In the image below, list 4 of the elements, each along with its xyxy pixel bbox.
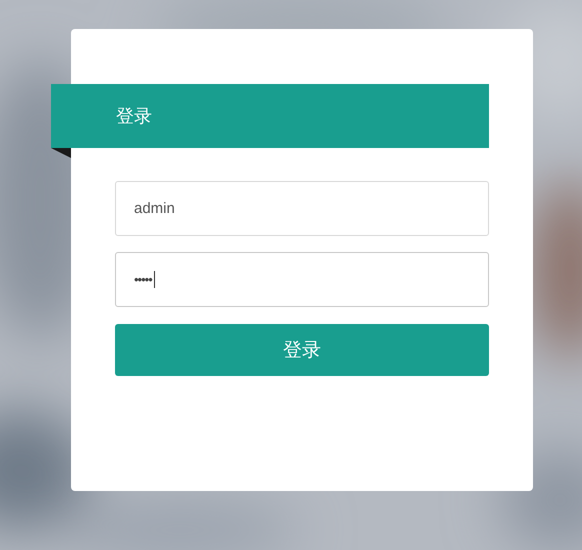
username-field[interactable]: admin (115, 181, 489, 236)
password-field[interactable]: ••••• (115, 252, 489, 307)
ribbon-fold-icon (51, 148, 71, 158)
login-title: 登录 (116, 105, 152, 128)
